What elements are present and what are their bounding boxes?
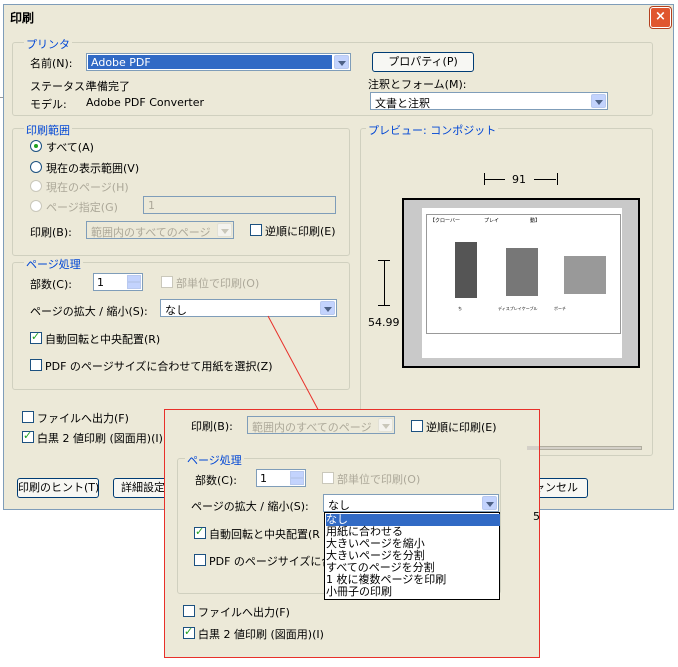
zoom-preview-slider[interactable] bbox=[527, 446, 539, 450]
zoom-mono-checkbox[interactable] bbox=[183, 625, 195, 639]
dropdown-item-booklet[interactable]: 小冊子の印刷 bbox=[326, 586, 392, 598]
zoom-page-scaling-value: なし bbox=[328, 499, 350, 512]
zoom-copies-value: 1 bbox=[260, 472, 267, 485]
zoom-auto-rotate-checkbox[interactable] bbox=[194, 525, 206, 539]
zoom-reverse-checkbox[interactable] bbox=[411, 420, 423, 432]
zoom-callout: 印刷(B): 範囲内のすべてのページ 逆順に印刷(E) ページ処理 部数(C):… bbox=[164, 409, 540, 658]
zoom-reverse-label[interactable]: 逆順に印刷(E) bbox=[426, 419, 497, 435]
zoom-page-scaling-label: ページの拡大 / 縮小(S): bbox=[191, 500, 309, 513]
zoom-mono-label[interactable]: 白黒 2 値印刷 (図面用)(I) bbox=[198, 626, 324, 642]
stepper-up-icon[interactable] bbox=[290, 471, 304, 478]
zoom-copies-label: 部数(C): bbox=[195, 474, 237, 487]
zoom-auto-rotate-label[interactable]: 自動回転と中央配置(R bbox=[209, 526, 320, 542]
zoom-choose-paper-checkbox[interactable] bbox=[194, 554, 206, 566]
zoom-collate-checkbox[interactable] bbox=[322, 472, 334, 484]
zoom-edge-digit: 5 bbox=[533, 510, 540, 523]
zoom-copies-stepper[interactable]: 1 bbox=[256, 469, 306, 487]
zoom-print-to-file-checkbox[interactable] bbox=[183, 605, 195, 617]
stepper-down-icon[interactable] bbox=[290, 478, 304, 485]
chevron-down-icon[interactable] bbox=[378, 418, 393, 432]
zoom-print-to-file-label[interactable]: ファイルへ出力(F) bbox=[198, 604, 290, 620]
page-scaling-dropdown: なし 用紙に合わせる 大きいページを縮小 大きいページを分割 すべてのページを分… bbox=[324, 512, 500, 600]
zoom-page-scaling-select[interactable]: なし bbox=[323, 494, 499, 512]
zoom-choose-paper-label[interactable]: PDF のページサイズに合 bbox=[209, 553, 332, 569]
zoom-page-handling-legend: ページ処理 bbox=[185, 452, 244, 468]
zoom-print-subset-value: 範囲内のすべてのページ bbox=[252, 421, 372, 434]
zoom-print-subset-label: 印刷(B): bbox=[191, 420, 233, 433]
zoom-print-subset-select[interactable]: 範囲内のすべてのページ bbox=[247, 416, 395, 434]
zoom-collate-label[interactable]: 部単位で印刷(O) bbox=[337, 471, 420, 487]
chevron-down-icon[interactable] bbox=[482, 496, 497, 510]
